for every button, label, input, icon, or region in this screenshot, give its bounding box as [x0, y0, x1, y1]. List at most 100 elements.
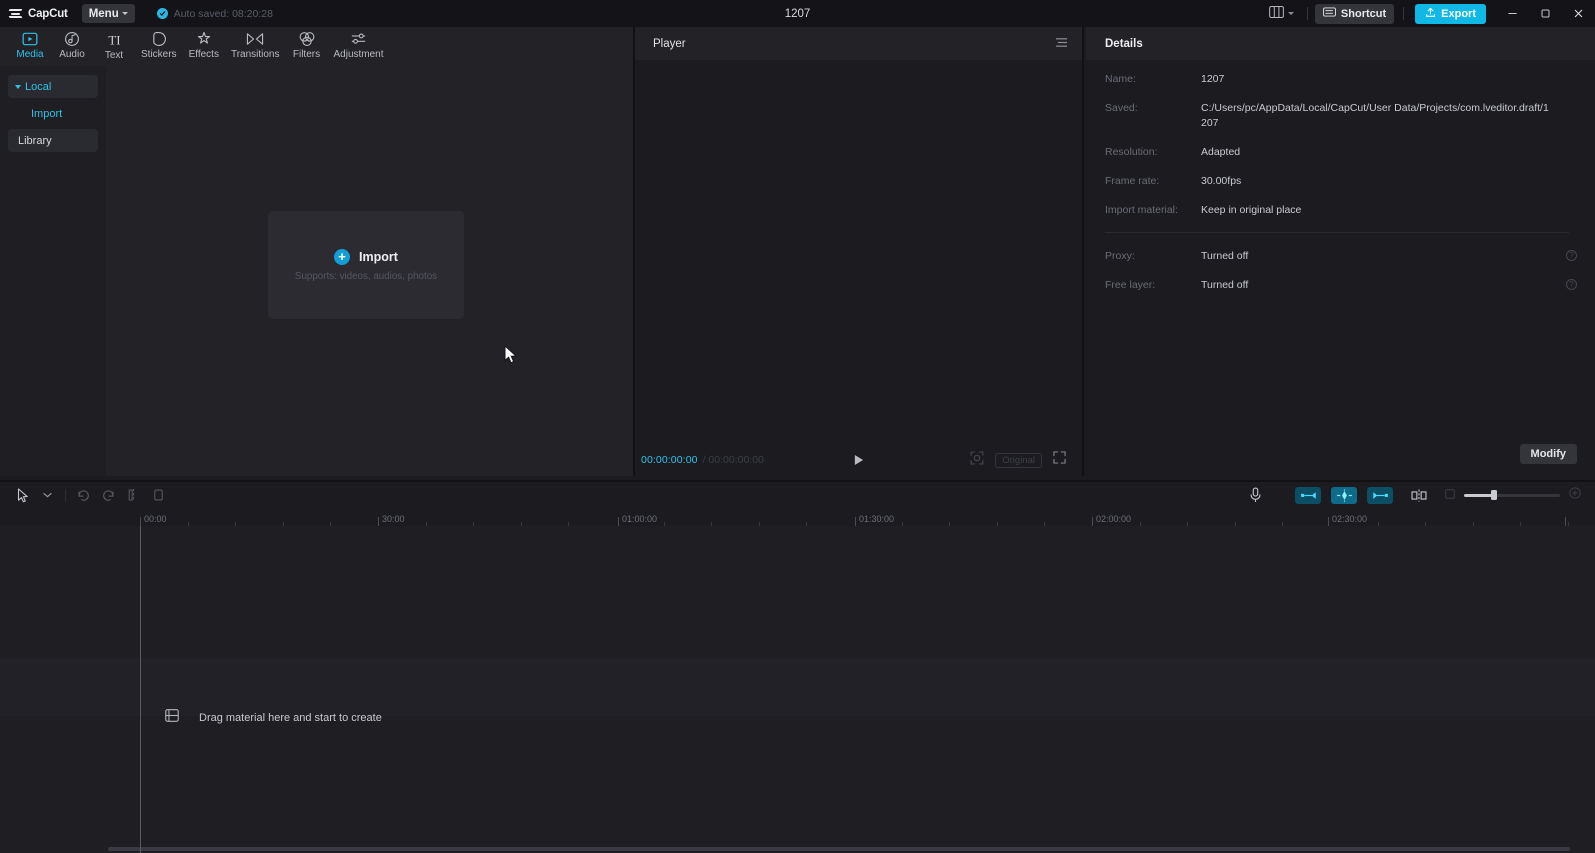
triangle-down-icon	[15, 84, 21, 89]
ruler-tick	[1328, 517, 1329, 526]
tab-transitions[interactable]: Transitions	[225, 27, 286, 61]
app-brand-label: CapCut	[28, 7, 68, 20]
timeline-zoom-slider[interactable]	[1445, 486, 1581, 504]
tab-adjustment[interactable]: Adjustment	[328, 27, 390, 61]
tab-filters[interactable]: Filters	[286, 27, 328, 61]
details-value-free-layer[interactable]: Turned off	[1201, 278, 1551, 293]
ruler-label: 01:00:00	[622, 514, 658, 524]
export-button[interactable]: Export	[1415, 3, 1486, 24]
shortcut-button[interactable]: Shortcut	[1314, 3, 1395, 24]
select-tool[interactable]	[10, 485, 35, 505]
tab-effects[interactable]: Effects	[183, 27, 225, 61]
maximize-button[interactable]	[1529, 0, 1562, 27]
divider	[65, 488, 66, 502]
tab-stickers[interactable]: Stickers	[135, 27, 183, 61]
details-label-framerate: Frame rate:	[1105, 175, 1160, 187]
chevron-down-icon	[121, 12, 128, 15]
quality-badge[interactable]: Original	[995, 452, 1042, 468]
play-button[interactable]	[852, 454, 866, 466]
player-current-time[interactable]: 00:00:00:00	[641, 454, 698, 466]
details-value-framerate: 30.00fps	[1201, 175, 1242, 187]
details-title: Details	[1105, 37, 1143, 50]
sidebar-item-local[interactable]: Local	[8, 75, 98, 98]
layout-button[interactable]	[1263, 3, 1300, 25]
stickers-icon	[151, 30, 167, 47]
window-controls	[1496, 0, 1595, 27]
import-dropzone[interactable]: + Import Supports: videos, audios, photo…	[268, 211, 464, 319]
ruler-tick	[1565, 517, 1566, 526]
check-circle-icon	[156, 8, 168, 19]
modify-button[interactable]: Modify	[1519, 444, 1577, 464]
sidebar-item-import[interactable]: Import	[8, 102, 98, 125]
panel-menu-icon[interactable]	[1055, 35, 1068, 53]
details-body: Name: 1207 Saved: C:/Users/pc/AppData/Lo…	[1086, 60, 1595, 476]
media-icon	[22, 30, 38, 47]
details-row-import-material: Import material: Keep in original place	[1105, 203, 1569, 218]
transitions-icon	[246, 30, 264, 47]
mirror-button[interactable]	[1406, 485, 1431, 505]
undo-button[interactable]	[71, 485, 96, 505]
timeline-lane-main[interactable]	[0, 658, 1595, 716]
minimize-button[interactable]	[1496, 0, 1529, 27]
timeline-drop-hint[interactable]: Drag material here and start to create	[165, 709, 382, 727]
timeline-lane-lower[interactable]	[0, 716, 1595, 853]
effects-icon	[196, 30, 212, 47]
player-preview-canvas[interactable]	[635, 60, 1082, 444]
timeline-horizontal-scrollbar[interactable]	[108, 847, 1570, 851]
redo-button[interactable]	[96, 485, 121, 505]
fit-screen-icon[interactable]	[970, 451, 984, 470]
media-placeholder-icon	[165, 709, 179, 727]
main-nav-tabs: Media Audio TI Text Stickers Effects Tra…	[0, 27, 633, 66]
zoom-slider-fill	[1464, 493, 1494, 497]
details-row-framerate: Frame rate: 30.00fps	[1105, 174, 1569, 189]
sidebar-item-library[interactable]: Library	[8, 129, 98, 152]
tab-media-label: Media	[16, 49, 44, 60]
chevron-down-icon	[1287, 12, 1294, 15]
close-button[interactable]	[1562, 0, 1595, 27]
details-value-resolution: Adapted	[1201, 146, 1241, 158]
details-value-proxy[interactable]: Turned off	[1201, 249, 1551, 264]
app-logo: CapCut	[8, 7, 68, 20]
export-label: Export	[1441, 7, 1476, 20]
timeline-lane-upper[interactable]	[0, 526, 1595, 658]
keyframe-next-button[interactable]	[1367, 486, 1393, 504]
ruler-label: 02:00:00	[1096, 514, 1132, 524]
zoom-slider-track[interactable]	[1464, 490, 1560, 500]
timeline-toolbar	[0, 482, 1595, 508]
import-hint: Supports: videos, audios, photos	[294, 270, 438, 282]
tab-audio[interactable]: Audio	[51, 27, 93, 61]
audio-icon	[64, 30, 80, 47]
record-voiceover-button[interactable]	[1243, 485, 1268, 505]
title-bar: CapCut Menu Auto saved: 08:20:28 1207 Sh…	[0, 0, 1595, 27]
timeline-playhead[interactable]	[140, 526, 141, 853]
timeline-panel: 00:00 30:00 01:00:00 01:30:00 02:00:00 0…	[0, 480, 1595, 853]
zoom-in-icon[interactable]	[1569, 486, 1581, 504]
split-button[interactable]	[121, 485, 146, 505]
ruler-tick	[1092, 517, 1093, 526]
player-total-time: / 00:00:00:00	[702, 454, 764, 466]
tab-filters-label: Filters	[292, 49, 321, 60]
zoom-out-icon[interactable]	[1445, 486, 1455, 504]
select-tool-dropdown[interactable]	[35, 485, 60, 505]
player-title: Player	[653, 37, 686, 50]
delete-button[interactable]	[146, 485, 171, 505]
help-icon[interactable]: ?	[1566, 250, 1577, 261]
keyframe-prev-button[interactable]	[1295, 486, 1321, 504]
fullscreen-icon[interactable]	[1053, 451, 1066, 469]
ruler-tick	[140, 517, 141, 526]
timeline-tracks-area[interactable]: Drag material here and start to create	[0, 526, 1595, 853]
timeline-ruler[interactable]: 00:00 30:00 01:00:00 01:30:00 02:00:00 0…	[0, 508, 1595, 526]
tab-text[interactable]: TI Text	[93, 27, 135, 62]
sidebar-item-local-label: Local	[25, 80, 52, 93]
tab-media[interactable]: Media	[9, 27, 51, 61]
keyframe-add-button[interactable]	[1331, 486, 1357, 504]
details-panel: Details Name: 1207 Saved: C:/Users/pc/Ap…	[1086, 27, 1595, 476]
menu-button[interactable]: Menu	[81, 4, 135, 23]
tab-effects-label: Effects	[188, 49, 219, 60]
zoom-slider-handle[interactable]	[1491, 490, 1497, 500]
shortcut-label: Shortcut	[1340, 7, 1387, 20]
ruler-label: 02:30:00	[1332, 514, 1368, 524]
player-panel: Player 00:00:00:00 / 00:00:00:00 Origina…	[633, 27, 1084, 476]
details-value-name: 1207	[1201, 73, 1225, 85]
help-icon[interactable]: ?	[1566, 279, 1577, 290]
